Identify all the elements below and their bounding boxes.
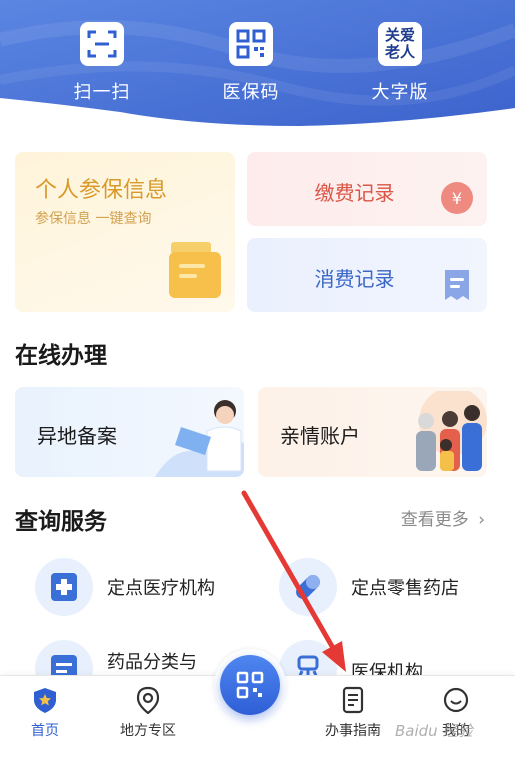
payment-record-title: 缴费记录 <box>314 181 395 205</box>
medical-code-label: 医保码 <box>222 82 280 103</box>
personal-insurance-subtitle: 参保信息 一键查询 <box>35 211 152 227</box>
family-account-card[interactable]: 亲情账户 <box>258 387 487 477</box>
view-more-label: 查看更多 <box>400 510 469 530</box>
family-illustration <box>416 391 487 471</box>
center-qr-icon <box>220 655 280 715</box>
elder-icon-text-bottom: 老人 <box>384 43 415 61</box>
personal-insurance-title: 个人参保信息 <box>35 178 168 203</box>
yuan-coin-icon: ¥ <box>441 182 473 214</box>
payment-record-card[interactable]: 缴费记录 ¥ <box>247 152 487 226</box>
qr-code-icon <box>229 22 273 66</box>
scan-button[interactable]: 扫一扫 <box>52 22 152 112</box>
designated-pharmacy-item[interactable]: 定点零售药店 <box>279 558 459 616</box>
designated-medical-institution-label: 定点医疗机构 <box>107 578 215 599</box>
chevron-right-icon: › <box>478 510 485 530</box>
designated-medical-institution-item[interactable]: 定点医疗机构 <box>35 558 215 616</box>
designated-pharmacy-label: 定点零售药店 <box>351 578 459 599</box>
query-services-title: 查询服务 <box>15 509 107 535</box>
personal-insurance-card[interactable]: 个人参保信息 参保信息 一键查询 <box>15 152 235 312</box>
remote-filing-card[interactable]: 异地备案 <box>15 387 244 477</box>
tab-home-label: 首页 <box>31 723 59 739</box>
scan-label: 扫一扫 <box>73 82 131 103</box>
svg-text:¥: ¥ <box>452 189 462 208</box>
watermark: Baidu 经验 <box>395 722 473 740</box>
smiley-profile-icon <box>443 687 469 713</box>
consumption-record-card[interactable]: 消费记录 <box>247 238 487 312</box>
medical-institution-icon <box>35 558 93 616</box>
receipt-icon <box>445 270 469 300</box>
folder-icon <box>169 242 221 298</box>
remote-filing-illustration <box>155 400 244 477</box>
remote-filing-label: 异地备案 <box>37 424 117 448</box>
view-more-link[interactable]: 查看更多 › <box>401 505 485 530</box>
tab-local-zone[interactable]: 地方专区 <box>98 686 198 740</box>
online-services-title: 在线办理 <box>15 343 107 369</box>
pill-icon <box>279 558 337 616</box>
home-shield-icon <box>34 688 56 713</box>
center-qr-button[interactable] <box>214 649 286 721</box>
guide-document-icon <box>342 686 364 714</box>
header-banner: 扫一扫 医保码 关爱 老人 大字版 <box>0 0 515 140</box>
family-account-label: 亲情账户 <box>280 424 360 448</box>
scan-icon <box>80 22 124 66</box>
drug-classification-label: 药品分类与 <box>107 652 197 673</box>
elder-care-icon: 关爱 老人 <box>378 22 422 66</box>
medical-code-button[interactable]: 医保码 <box>201 22 301 112</box>
tab-service-guide-label: 办事指南 <box>325 723 381 739</box>
tab-home[interactable]: 首页 <box>0 686 95 740</box>
large-font-button[interactable]: 关爱 老人 大字版 <box>350 22 450 112</box>
tab-service-guide[interactable]: 办事指南 <box>303 686 403 740</box>
location-pin-icon <box>136 686 160 714</box>
large-font-label: 大字版 <box>371 82 429 103</box>
consumption-record-title: 消费记录 <box>314 267 395 291</box>
elder-icon-text-top: 关爱 <box>384 26 415 44</box>
tab-local-zone-label: 地方专区 <box>120 723 176 739</box>
